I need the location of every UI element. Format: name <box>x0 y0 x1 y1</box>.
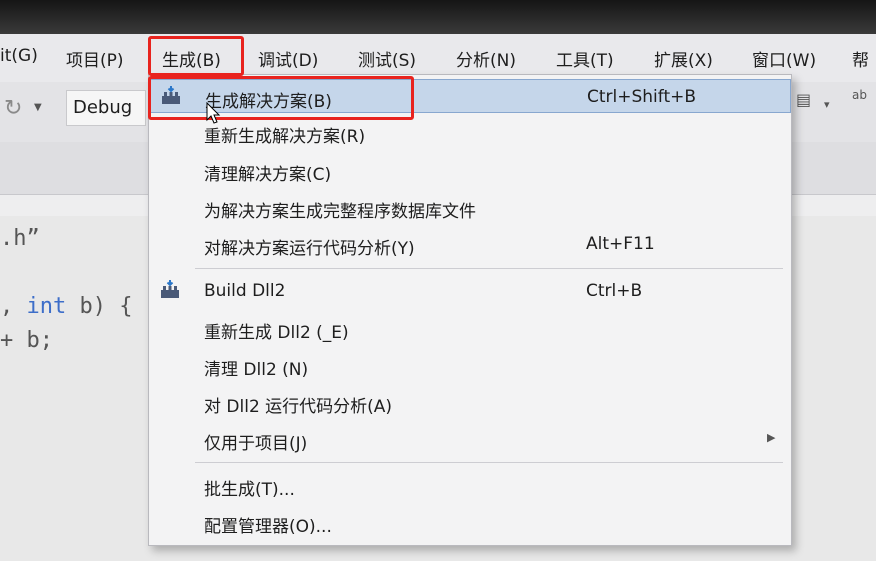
menu-item-build-project[interactable]: Build Dll2 Ctrl+B <box>149 274 791 308</box>
menu-test[interactable]: 测试(S) <box>358 46 416 71</box>
menu-item-clean-solution[interactable]: 清理解决方案(C) <box>149 153 791 187</box>
spellcheck-icon[interactable]: ab <box>852 88 867 102</box>
menu-debug[interactable]: 调试(D) <box>258 46 318 71</box>
menu-item-rebuild-project[interactable]: 重新生成 Dll2 (_E) <box>149 311 791 345</box>
menu-extensions[interactable]: 扩展(X) <box>654 46 713 71</box>
redo-icon[interactable]: ↻ <box>4 96 22 121</box>
menu-item-run-code-analysis-project[interactable]: 对 Dll2 运行代码分析(A) <box>149 385 791 419</box>
menu-item-configuration-manager[interactable]: 配置管理器(O)... <box>149 505 791 539</box>
code-token: , <box>0 294 27 319</box>
build-icon <box>161 280 179 298</box>
menu-item-shortcut: Alt+F11 <box>586 234 655 254</box>
mouse-cursor-icon <box>206 102 221 124</box>
menu-item-rebuild-solution[interactable]: 重新生成解决方案(R) <box>149 115 791 149</box>
menu-item-label: 清理解决方案(C) <box>204 165 332 185</box>
menu-item-label: 配置管理器(O)... <box>204 517 332 537</box>
configuration-select[interactable]: Debug <box>66 90 146 126</box>
bookmark-icon[interactable]: ▤ <box>796 90 811 109</box>
menu-help[interactable]: 帮 <box>852 46 869 71</box>
menu-item-label: 为解决方案生成完整程序数据库文件 <box>204 202 476 222</box>
code-line: + b; <box>0 328 53 353</box>
menu-project[interactable]: 项目(P) <box>66 46 124 71</box>
build-menu-dropdown: 生成解决方案(B) Ctrl+Shift+B 重新生成解决方案(R) 清理解决方… <box>148 74 792 546</box>
menu-item-label: Build Dll2 <box>204 281 286 301</box>
menu-separator <box>195 268 783 269</box>
code-token: b) { <box>66 294 133 319</box>
annotation-highlight-menu <box>148 36 244 76</box>
menu-item-shortcut: Ctrl+Shift+B <box>587 87 697 107</box>
chevron-down-icon[interactable]: ▼ <box>34 102 42 113</box>
menu-item-label: 对 Dll2 运行代码分析(A) <box>204 397 393 417</box>
menu-item-label: 重新生成 Dll2 (_E) <box>204 323 349 343</box>
menu-separator <box>195 462 783 463</box>
menu-git[interactable]: it(G) <box>0 46 38 66</box>
menu-item-batch-build[interactable]: 批生成(T)... <box>149 468 791 502</box>
submenu-arrow-icon: ▶ <box>767 431 776 444</box>
menu-item-label: 对解决方案运行代码分析(Y) <box>204 239 415 259</box>
menu-item-label: 清理 Dll2 (N) <box>204 360 309 380</box>
menu-window[interactable]: 窗口(W) <box>752 46 816 71</box>
menu-item-label: 批生成(T)... <box>204 480 295 500</box>
keyword-token: int <box>26 294 67 319</box>
menu-item-clean-project[interactable]: 清理 Dll2 (N) <box>149 348 791 382</box>
menu-item-label: 仅用于项目(J) <box>204 434 308 454</box>
photo-top-edge <box>0 0 876 34</box>
chevron-down-icon[interactable]: ▾ <box>824 98 830 111</box>
menu-analyze[interactable]: 分析(N) <box>456 46 516 71</box>
code-line: .h” <box>0 226 40 251</box>
annotation-highlight-item <box>148 76 414 120</box>
menu-item-run-code-analysis-solution[interactable]: 对解决方案运行代码分析(Y) Alt+F11 <box>149 227 791 261</box>
code-line: , int b) { <box>0 294 132 319</box>
menu-item-shortcut: Ctrl+B <box>586 281 643 301</box>
menu-item-generate-pdb[interactable]: 为解决方案生成完整程序数据库文件 <box>149 190 791 224</box>
menu-item-project-only[interactable]: 仅用于项目(J) ▶ <box>149 422 791 456</box>
menu-item-label: 重新生成解决方案(R) <box>204 127 366 147</box>
menu-tools[interactable]: 工具(T) <box>556 46 614 71</box>
